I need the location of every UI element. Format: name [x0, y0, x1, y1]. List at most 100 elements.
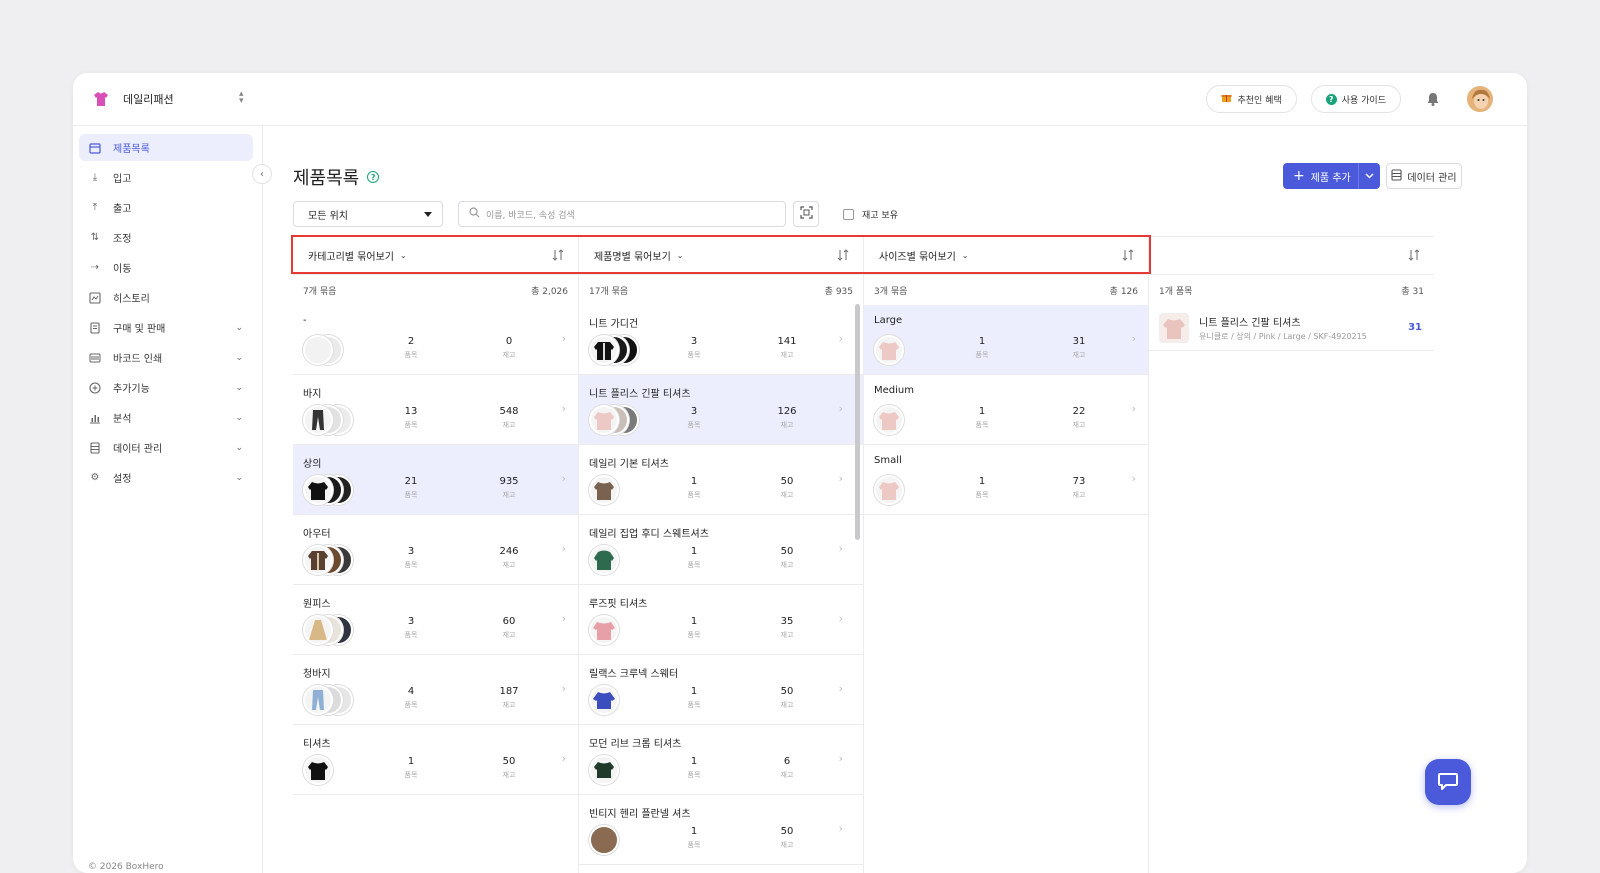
items-count: 1	[407, 756, 415, 767]
items-count: 1	[978, 336, 986, 347]
add-product-button[interactable]: + 제품 추가	[1283, 163, 1380, 189]
list-item[interactable]: 아우터 3 품목 246 재고 ›	[293, 515, 578, 585]
sidebar-item-data-management[interactable]: 데이터 관리 ⌄	[79, 434, 253, 461]
stock-count: 50	[780, 546, 794, 557]
product-group-label: 제품명별 묶어보기	[594, 252, 671, 263]
guide-button[interactable]: ? 사용 가이드	[1310, 85, 1401, 113]
list-item-selected[interactable]: Large 1 품목 31 재고 ›	[864, 305, 1148, 375]
sidebar-item-products[interactable]: 제품목록	[79, 134, 253, 161]
product-thumbnail	[874, 405, 904, 435]
chevron-right-icon: ›	[838, 822, 843, 835]
search-input[interactable]: 이름, 바코드, 속성 검색	[458, 201, 786, 227]
items-count: 1	[690, 686, 698, 697]
items-label: 품목	[687, 701, 701, 709]
chevron-right-icon: ›	[1131, 332, 1136, 345]
chevron-right-icon: ›	[838, 332, 843, 345]
list-item-selected[interactable]: 상의 21 품목 935 재고 ›	[293, 445, 578, 515]
sidebar-item-addons[interactable]: 추가기능 ⌄	[79, 374, 253, 401]
sidebar-item-settings[interactable]: ⚙ 설정 ⌄	[79, 464, 253, 491]
stock-stat: 50 재고	[757, 826, 817, 850]
product-name: 니트 플리스 긴팔 티셔츠	[1199, 318, 1301, 329]
stock-stat: 50 재고	[757, 476, 817, 500]
product-row[interactable]: 니트 플리스 긴팔 티셔츠 유니클로 / 상의 / Pink / Large /…	[1149, 305, 1434, 351]
chat-button[interactable]	[1425, 759, 1471, 805]
thumbnail-stack	[303, 685, 363, 715]
product-group-header[interactable]: 제품명별 묶어보기 ⌄	[579, 237, 863, 275]
referral-button[interactable]: 추천인 혜택	[1206, 85, 1297, 113]
items-stat: 1 품목	[664, 546, 724, 570]
database-icon	[1391, 168, 1402, 184]
bell-icon[interactable]	[1425, 91, 1441, 107]
sidebar-item-purchase-sales[interactable]: 구매 및 판매 ⌄	[79, 314, 253, 341]
list-item[interactable]: 릴랙스 크루넥 스웨터 1 품목 50 재고 ›	[579, 655, 863, 725]
category-group-header[interactable]: 카테고리별 묶어보기 ⌄	[293, 237, 578, 275]
scrollbar[interactable]	[855, 304, 860, 540]
data-management-button[interactable]: 데이터 관리	[1386, 163, 1462, 189]
chevron-right-icon: ›	[561, 752, 566, 765]
stock-count: 935	[499, 476, 519, 487]
add-product-main[interactable]: + 제품 추가	[1283, 163, 1359, 189]
items-stat: 1 품목	[952, 336, 1012, 360]
sort-icon[interactable]	[1122, 249, 1134, 264]
scan-icon	[799, 206, 813, 222]
question-icon: ?	[1325, 93, 1337, 105]
sort-icon[interactable]	[837, 249, 849, 264]
product-thumbnail	[303, 685, 333, 715]
switch-chevron-icon[interactable]: ▴ ▾	[239, 90, 244, 106]
help-icon[interactable]: ?	[367, 171, 380, 183]
stock-only-label: 재고 보유	[862, 211, 898, 221]
list-item[interactable]: 청바지 4 품목 187 재고 ›	[293, 655, 578, 725]
sidebar-item-outbound[interactable]: ⤒ 출고	[79, 194, 253, 221]
list-item[interactable]: Medium 1 품목 22 재고 ›	[864, 375, 1148, 445]
list-item[interactable]: 빈티지 헨리 플란넬 셔츠 1 품목 50 재고 ›	[579, 795, 863, 865]
list-item[interactable]: 티셔츠 1 품목 50 재고 ›	[293, 725, 578, 795]
list-item[interactable]: 데일리 기본 티셔츠 1 품목 50 재고 ›	[579, 445, 863, 515]
add-product-dropdown[interactable]	[1359, 173, 1380, 179]
sort-icon[interactable]	[1408, 249, 1420, 264]
stock-label: 재고	[502, 351, 516, 359]
barcode-scan-button[interactable]	[793, 201, 819, 227]
list-item[interactable]: 데일리 집업 후디 스웨트셔츠 1 품목 50 재고 ›	[579, 515, 863, 585]
chevron-right-icon: ›	[561, 612, 566, 625]
product-summary: 17개 묶음 총 935	[579, 275, 863, 305]
items-header	[1149, 237, 1434, 275]
brand-switcher[interactable]: 데일리패션	[91, 89, 174, 109]
list-item[interactable]: 루즈핏 티셔츠 1 품목 35 재고 ›	[579, 585, 863, 655]
items-stat: 2 품목	[381, 336, 441, 360]
caret-down-icon	[424, 212, 432, 217]
size-group-header[interactable]: 사이즈별 묶어보기 ⌄	[864, 237, 1148, 275]
sidebar-item-adjust[interactable]: ⇅ 조정	[79, 224, 253, 251]
sidebar-item-analytics[interactable]: 분석 ⌄	[79, 404, 253, 431]
sidebar: 제품목록 ⤓ 입고 ⤒ 출고 ⇅ 조정 ⇢ 이동 히스토리 구매 및 판매 ⌄ …	[73, 126, 263, 873]
stock-only-checkbox[interactable]: 재고 보유	[843, 208, 898, 221]
sidebar-item-barcode[interactable]: 바코드 인쇄 ⌄	[79, 344, 253, 371]
sidebar-item-history[interactable]: 히스토리	[79, 284, 253, 311]
chevron-right-icon: ›	[1131, 472, 1136, 485]
sort-icon[interactable]	[552, 249, 564, 264]
product-meta: 유니클로 / 상의 / Pink / Large / SKF-4920215	[1199, 332, 1367, 341]
brand-name: 데일리패션	[123, 93, 174, 106]
list-item[interactable]: Small 1 품목 73 재고 ›	[864, 445, 1148, 515]
items-count: 3	[690, 336, 698, 347]
group-total: 총 935	[824, 286, 853, 297]
location-select[interactable]: 모든 위치	[293, 201, 443, 227]
list-item[interactable]: 니트 가디건 3 품목 141 재고 ›	[579, 305, 863, 375]
sidebar-item-move[interactable]: ⇢ 이동	[79, 254, 253, 281]
sidebar-item-inbound[interactable]: ⤓ 입고	[79, 164, 253, 191]
app-window: 데일리패션 ▴ ▾ 추천인 혜택 ? 사용 가이드 제품목록 ⤓ 입고 ⤒ 출고…	[73, 73, 1527, 873]
list-item[interactable]: 원피스 3 품목 60 재고 ›	[293, 585, 578, 655]
items-stat: 3 품목	[381, 616, 441, 640]
checkbox[interactable]	[843, 209, 854, 220]
list-item[interactable]: 바지 13 품목 548 재고 ›	[293, 375, 578, 445]
user-avatar[interactable]	[1467, 86, 1493, 112]
page-title: 제품목록 ?	[293, 164, 380, 190]
list-item[interactable]: 모던 리브 크롭 티셔츠 1 품목 6 재고 ›	[579, 725, 863, 795]
main-content: 제품목록 ? + 제품 추가 데이터 관리 모든 위치 이름, 바코드, 속성 …	[263, 126, 1527, 873]
thumbnail-stack	[589, 755, 649, 785]
list-item-selected[interactable]: 니트 플리스 긴팔 티셔츠 3 품목 126 재고 ›	[579, 375, 863, 445]
list-item[interactable]: - 2 품목 0 재고 ›	[293, 305, 578, 375]
items-summary: 1개 품목 총 31	[1149, 275, 1434, 305]
stock-stat: 50 재고	[757, 546, 817, 570]
row-name: 루즈핏 티셔츠	[589, 599, 648, 610]
stock-count: 50	[780, 686, 794, 697]
